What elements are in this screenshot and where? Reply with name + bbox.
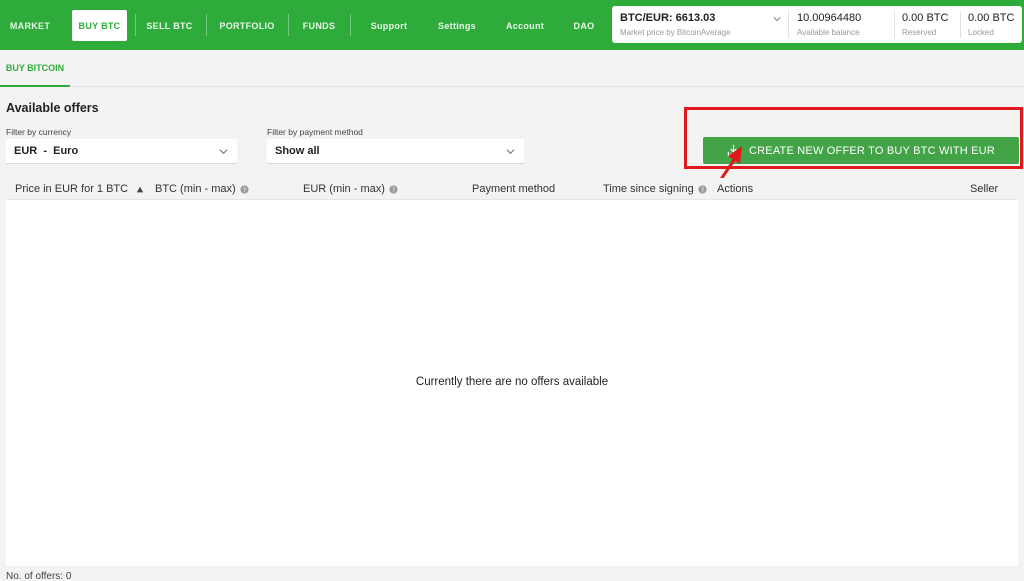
currency-filter-label: Filter by currency [6,127,72,137]
panel-divider [788,11,789,38]
market-price-selector[interactable]: BTC/EUR: 6613.03 Market price by Bitcoin… [620,6,786,43]
locked-balance-value: 0.00 BTC [968,12,1015,24]
nav-tab-settings[interactable]: Settings [432,10,482,41]
balance-panel: BTC/EUR: 6613.03 Market price by Bitcoin… [612,6,1022,43]
column-header-price-label: Price in EUR for 1 BTC [15,183,129,195]
panel-divider [894,11,895,38]
nav-tab-buy-btc[interactable]: BUY BTC [72,10,127,41]
svg-text:?: ? [392,186,395,193]
question-circle-icon[interactable]: ? [698,184,707,194]
market-price-source: Market price by BitcoinAverage [620,28,731,37]
currency-filter-value: EUR - Euro [14,145,79,157]
chevron-down-icon [506,149,515,155]
sub-tab-bar: BUY BITCOIN [0,50,1024,87]
column-header-actions: Actions [717,183,753,195]
nav-divider [350,14,351,36]
nav-divider [206,14,207,36]
question-circle-icon[interactable]: ? [389,184,398,194]
column-header-eur-label: EUR (min - max) [303,183,385,195]
offers-table-body[interactable]: Currently there are no offers available [6,200,1018,566]
column-header-eur[interactable]: EUR (min - max) ? [303,183,398,195]
available-balance-label: Available balance [797,28,860,37]
nav-tab-sell-btc[interactable]: SELL BTC [142,10,197,41]
column-header-payment[interactable]: Payment method [472,183,555,195]
column-header-btc-label: BTC (min - max) [155,183,236,195]
top-navigation-bar: MARKET BUY BTC SELL BTC PORTFOLIO FUNDS … [0,0,1024,50]
available-balance-value: 10.00964480 [797,12,862,24]
market-price-value: BTC/EUR: 6613.03 [620,12,716,24]
reserved-balance-value: 0.00 BTC [902,12,949,24]
nav-divider [288,14,289,36]
available-balance: 10.00964480 Available balance [797,6,887,43]
chevron-down-icon[interactable] [773,15,781,23]
column-header-time[interactable]: Time since signing ? [603,183,707,195]
column-header-actions-label: Actions [717,183,754,195]
offer-count: No. of offers: 0 [6,571,72,581]
empty-state-message: Currently there are no offers available [415,376,609,388]
reserved-balance: 0.00 BTC Reserved [902,6,957,43]
nav-divider [135,14,136,36]
locked-balance: 0.00 BTC Locked [968,6,1020,43]
nav-tab-support[interactable]: Support [364,10,414,41]
column-header-time-label: Time since signing [603,183,694,195]
svg-text:?: ? [701,186,704,193]
reserved-balance-label: Reserved [902,28,937,37]
nav-tab-portfolio[interactable]: PORTFOLIO [214,10,280,41]
column-header-payment-label: Payment method [472,183,556,195]
offers-table-header: Price in EUR for 1 BTC BTC (min - max) ?… [6,178,1018,200]
nav-tab-account[interactable]: Account [500,10,550,41]
payment-filter-label: Filter by payment method [267,127,363,137]
column-header-seller[interactable]: Seller [970,183,998,195]
question-circle-icon[interactable]: ? [240,184,249,194]
nav-tab-dao[interactable]: DAO [566,10,602,41]
column-header-btc[interactable]: BTC (min - max) ? [155,183,249,195]
chevron-down-icon [219,149,228,155]
create-offer-label: CREATE NEW OFFER TO BUY BTC WITH EUR [749,144,995,157]
subtab-buy-bitcoin[interactable]: BUY BITCOIN [0,50,70,87]
sort-asc-icon[interactable] [136,186,144,194]
column-header-seller-label: Seller [970,183,999,195]
svg-text:?: ? [243,186,246,193]
payment-filter-value: Show all [275,145,320,157]
nav-tab-funds[interactable]: FUNDS [296,10,342,41]
currency-filter-select[interactable]: EUR - Euro [6,139,237,164]
panel-divider [960,11,961,38]
payment-filter-select[interactable]: Show all [267,139,524,164]
section-title: Available offers [6,101,99,115]
locked-balance-label: Locked [968,28,994,37]
column-header-price[interactable]: Price in EUR for 1 BTC [15,183,128,195]
nav-tab-market[interactable]: MARKET [6,10,54,41]
